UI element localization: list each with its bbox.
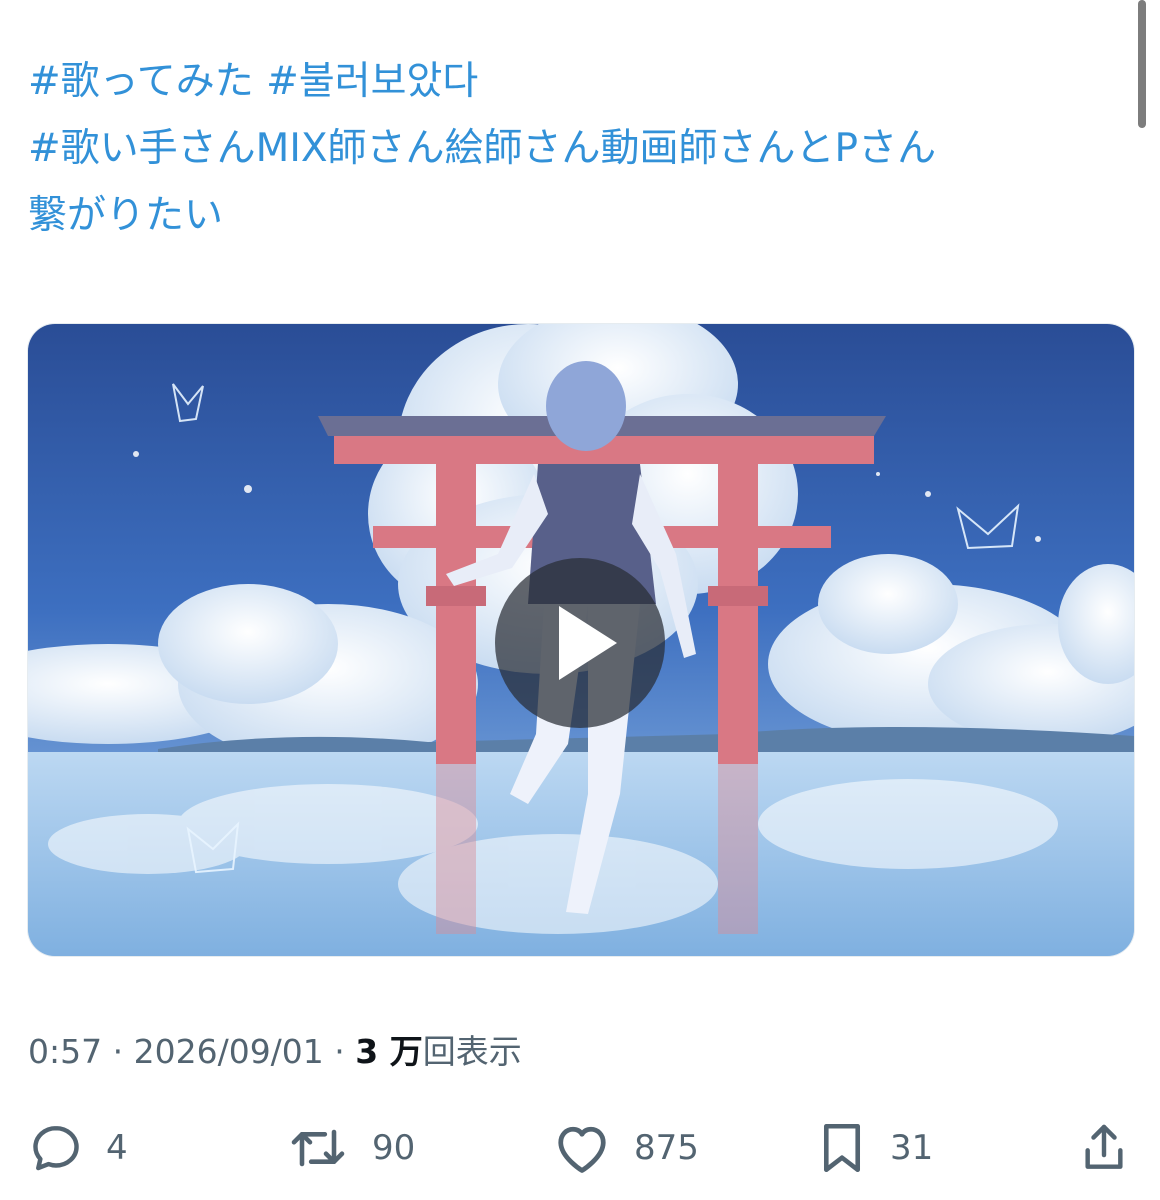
reply-icon <box>28 1120 84 1176</box>
retweet-count: 90 <box>372 1128 416 1168</box>
meta-separator: · <box>323 1032 356 1071</box>
tweet-time[interactable]: 0:57 <box>28 1032 102 1071</box>
share-button[interactable] <box>1080 1118 1128 1178</box>
views-label: 回表示 <box>422 1032 522 1071</box>
hashtag-tsunagaritai-part2[interactable]: 繋がりたい <box>28 182 1128 249</box>
bookmark-icon <box>816 1119 868 1177</box>
video-thumbnail[interactable] <box>27 323 1135 957</box>
like-count: 875 <box>634 1128 699 1168</box>
play-icon <box>559 606 617 680</box>
retweet-icon <box>286 1120 350 1176</box>
share-icon <box>1080 1120 1128 1176</box>
tweet-metadata: 0:57 · 2026/09/01 · 3 万回表示 <box>28 1028 522 1076</box>
reply-button[interactable]: 4 <box>28 1118 128 1178</box>
tweet-text: #歌ってみた #불러보았다 #歌い手さんMIX師さん絵師さん動画師さんとPさん … <box>28 48 1128 249</box>
heart-icon <box>552 1120 612 1176</box>
scrollbar[interactable] <box>1138 0 1146 128</box>
hashtag-utattemita[interactable]: #歌ってみた <box>28 59 254 104</box>
retweet-button[interactable]: 90 <box>286 1118 415 1178</box>
views-count: 3 万 <box>355 1032 423 1071</box>
reply-count: 4 <box>106 1128 128 1168</box>
tweet-text-line-1: #歌ってみた #불러보았다 <box>28 48 1128 115</box>
meta-separator: · <box>102 1032 134 1071</box>
tweet-date[interactable]: 2026/09/01 <box>134 1032 324 1071</box>
play-button[interactable] <box>495 558 665 728</box>
bookmark-count: 31 <box>890 1128 934 1168</box>
hashtag-tsunagaritai-part1[interactable]: #歌い手さんMIX師さん絵師さん動画師さんとPさん <box>28 115 1128 182</box>
bookmark-button[interactable]: 31 <box>816 1118 933 1178</box>
like-button[interactable]: 875 <box>552 1118 699 1178</box>
hashtag-bulleobwassda[interactable]: #불러보았다 <box>266 59 478 104</box>
